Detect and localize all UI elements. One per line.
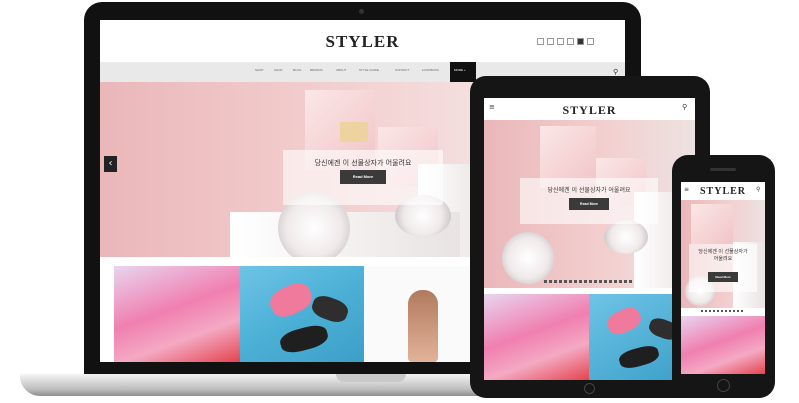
nav-item[interactable]: LOOKBOOK [422,68,439,72]
phone-screen: STYLER ≡ ⚲ 당신에겐 이 선물상자가 어울려요 Read More [681,182,765,374]
hamburger-menu-icon[interactable]: ≡ [684,186,689,193]
nav-item[interactable]: SHOP [255,68,264,72]
nav-item-label: MORE + [454,68,466,72]
tablet-screen: STYLER ≡ ⚲ 당신에겐 이 선물상자가 어울려요 Read More [484,98,695,380]
read-more-button[interactable]: Read More [569,198,609,210]
model-photo [408,290,438,362]
post-thumbnail[interactable] [484,294,589,380]
hero-caption-text: 어울려요 [713,256,733,262]
nav-item[interactable]: CONTACT [395,68,409,72]
hero-caption-text: 당신에겐 이 선물상자가 [698,249,748,255]
post-thumbnail[interactable] [114,266,240,362]
cushion-compact-image [604,220,648,254]
hero-caption-text: 당신에겐 이 선물상자가 어울려요 [547,187,631,194]
phone-home-button [717,379,730,392]
instagram-icon[interactable] [567,38,574,45]
phone-speaker [710,168,736,171]
sandal-image [277,322,331,356]
slipper-image [266,278,316,322]
hero-caption: 당신에겐 이 선물상자가 어울려요 Read More [520,178,658,224]
nav-item[interactable]: ABOUT [336,68,346,72]
hero-slider: 당신에겐 이 선물상자가 어울려요 Read More [484,120,695,288]
facebook-icon[interactable] [557,38,564,45]
google-plus-icon[interactable] [587,38,594,45]
nav-item-active[interactable]: MORE + [450,62,476,82]
read-more-button[interactable]: Read More [708,272,738,282]
search-icon[interactable]: ⚲ [682,103,687,111]
sandal-image [309,292,351,326]
cosmetic-card-image [340,122,368,142]
twitter-icon[interactable] [547,38,554,45]
hero-caption-text: 당신에겐 이 선물상자가 어울려요 [314,159,412,167]
youtube-icon[interactable] [577,38,584,45]
post-thumbnail[interactable] [240,266,364,362]
site-logo[interactable]: STYLER [681,186,765,197]
site-header: STYLER [100,20,625,62]
site-header: STYLER ≡ ⚲ [484,98,695,120]
hero-caption: 당신에겐 이 선물상자가 어울려요 Read More [283,150,443,205]
read-more-button[interactable]: Read More [340,170,386,184]
search-icon[interactable]: ⚲ [756,186,760,193]
chevron-left-icon[interactable]: ‹ [104,156,117,172]
search-icon[interactable]: ⚲ [613,68,618,76]
cushion-compact-image [502,232,554,284]
laptop-camera [359,9,364,14]
rss-icon[interactable] [537,38,544,45]
hero-slider: 당신에겐 이 선물상자가 어울려요 Read More [681,200,765,308]
hero-caption: 당신에겐 이 선물상자가 어울려요 Read More [689,244,757,292]
nav-item[interactable]: BRANDS [310,68,323,72]
sandal-image [617,343,661,371]
slider-dots[interactable] [701,310,745,312]
site-logo[interactable]: STYLER [484,103,695,118]
tablet-home-button [584,383,595,394]
site-header: STYLER ≡ ⚲ [681,182,765,200]
gift-box-image [691,204,733,244]
hamburger-menu-icon[interactable]: ≡ [489,103,495,111]
laptop-base-notch [336,374,406,382]
nav-item[interactable]: STYLE GUIDE [359,68,379,72]
nav-item[interactable]: SHOP [274,68,283,72]
post-thumbnail[interactable] [681,316,765,374]
nav-item[interactable]: BLOG [293,68,301,72]
slipper-image [603,303,645,339]
slider-dots[interactable] [544,280,634,283]
